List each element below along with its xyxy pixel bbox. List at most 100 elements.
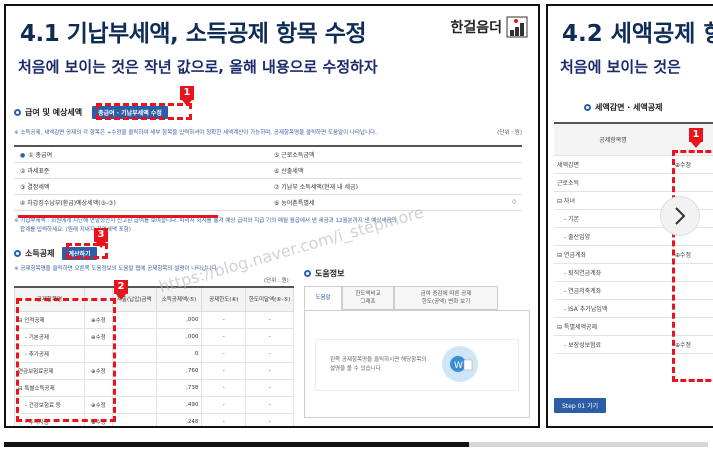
tab-help[interactable]: 도움말 bbox=[304, 286, 342, 310]
item-name[interactable]: - 연금저축계좌 bbox=[554, 281, 672, 300]
svg-text:W: W bbox=[454, 361, 463, 371]
item-name[interactable]: - 출산입양 bbox=[554, 227, 672, 246]
item-name[interactable]: ⊟ 특별세액공제 bbox=[554, 317, 672, 336]
deduct-cell: ,738 bbox=[155, 378, 203, 397]
limit-cell: - bbox=[201, 378, 247, 397]
deduct-cell: ,760 bbox=[155, 361, 203, 380]
bullet-icon bbox=[14, 250, 21, 257]
help-tabs: 도움말 한도액비교 그래프 금여 증감에 따른 공제 한도(공액) 변화 보기 bbox=[304, 286, 498, 310]
deduct-cell: ,000 bbox=[155, 327, 203, 346]
brand: 한걸음더 bbox=[450, 16, 528, 38]
badge-1: 1 bbox=[689, 128, 703, 142]
limit-cell: - bbox=[201, 327, 247, 346]
badge-1: 1 bbox=[180, 86, 194, 100]
help-title-row: 도움정보 bbox=[304, 268, 344, 279]
gap-cell: - bbox=[245, 344, 294, 363]
chevron-right-icon[interactable] bbox=[660, 196, 700, 236]
slide-subtitle: 처음에 보이는 것은 작년 값으로, 올해 내용으로 수정하자 bbox=[18, 58, 378, 76]
gap-cell: - bbox=[245, 327, 294, 346]
row-label: ⑤ 근로소득금액 bbox=[267, 146, 417, 163]
gap-cell: - bbox=[245, 361, 294, 380]
row-label: ⑧ 농어촌특별세 bbox=[267, 194, 417, 211]
help-panel: 도움정보 도움말 한도액비교 그래프 금여 증감에 따른 공제 한도(공액) 변… bbox=[304, 268, 530, 418]
underline-highlight bbox=[18, 215, 218, 218]
deduct-cell: ,000 bbox=[155, 310, 203, 329]
item-name[interactable]: 근로소득 bbox=[554, 173, 672, 192]
step-01-button[interactable]: Step 01 가기 bbox=[554, 398, 607, 413]
embedded-screenshot: 세액감면 · 세액공제 공제항목명 세액감면 ⊕수정 근로소득 ⊟ 자녀 - 기본… bbox=[554, 92, 713, 422]
deduction-unit: (단위 : 원) bbox=[264, 278, 289, 284]
limit-cell: - bbox=[201, 310, 247, 329]
brand-label: 한걸음더 bbox=[450, 20, 502, 36]
bullet-icon bbox=[304, 270, 311, 277]
gap-cell: - bbox=[245, 378, 294, 397]
salary-note: ※ 소득공제, 세액감면 공제의 각 항목은 +수정을 클릭하여 세부 항목을 … bbox=[14, 130, 377, 136]
table-row: ④ 차감징수납부(환급)예상세액(③-⑦) ⑧ 농어촌특별세 0 bbox=[14, 194, 522, 211]
amount-cell bbox=[111, 361, 157, 380]
gap-cell: - bbox=[245, 310, 294, 329]
row-label: ④ 차감징수납부(환급)예상세액(③-⑦) bbox=[14, 194, 163, 211]
deduct-cell: ,248 bbox=[155, 412, 203, 426]
slide-title: 4.1 기납부세액, 소득공제 항목 수정 bbox=[20, 21, 367, 47]
walking-person-icon bbox=[506, 16, 528, 38]
row-label: ⑥ 산출세액 bbox=[267, 162, 417, 179]
salary-table: ● ① 총급여 ⑤ 근로소득금액 ② 과세표준 ⑥ 산출세액 ③ 결정세액 ⑦ 기… bbox=[14, 145, 522, 211]
slide-progress-fill bbox=[4, 442, 469, 447]
section-deduction-title: 소득공제 bbox=[25, 249, 55, 258]
salary-unit: (단위 : 원) bbox=[497, 130, 522, 136]
tab-change[interactable]: 금여 증감에 따른 공제 한도(공액) 변화 보기 bbox=[394, 286, 498, 310]
item-name[interactable]: - 기본 bbox=[554, 209, 672, 228]
highlight-box-1 bbox=[672, 150, 713, 382]
row-value: 0 bbox=[416, 194, 522, 211]
help-text: 왼쪽 공제항목명을 클릭하시면 해당항목의 설명을 볼 수 있습니다. bbox=[330, 357, 427, 372]
row-label: ① 총급여 bbox=[28, 151, 53, 159]
table-row: ③ 결정세액 ⑦ 기납부 소득세액(현재 내 세금) bbox=[14, 178, 522, 195]
badge-2: 2 bbox=[114, 280, 128, 294]
section-title: 세액감면 · 세액공제 bbox=[595, 103, 663, 112]
badge-3: 3 bbox=[94, 228, 108, 242]
limit-cell: - bbox=[201, 361, 247, 380]
gap-cell: - bbox=[245, 412, 294, 426]
item-name[interactable]: ⊟ 자녀 bbox=[554, 191, 672, 210]
amount-cell bbox=[111, 395, 157, 414]
item-name[interactable]: 세액감면 bbox=[554, 155, 672, 174]
table-row: ● ① 총급여 ⑤ 근로소득금액 bbox=[14, 146, 522, 163]
highlight-box-2 bbox=[16, 298, 116, 422]
section-salary-title: 급여 및 예상세액 bbox=[25, 108, 83, 117]
item-name[interactable]: - 보장성보험료 bbox=[554, 335, 672, 354]
slide-progress-bar[interactable] bbox=[4, 442, 708, 447]
item-name[interactable]: - ISA 추가납입액 bbox=[554, 299, 672, 318]
header-cell: 한도미달액(⑥-⑤) bbox=[245, 286, 294, 312]
limit-cell: - bbox=[201, 344, 247, 363]
table-row: ② 과세표준 ⑥ 산출세액 bbox=[14, 162, 522, 179]
embedded-screenshot: 급여 및 예상세액 총급여 · 기납부세액 수정 1 ※ 소득공제, 세액감면 … bbox=[14, 86, 532, 426]
limit-cell: - bbox=[201, 395, 247, 414]
header-cell: 공제항목명 bbox=[554, 123, 672, 156]
deduct-cell: 0 bbox=[155, 344, 203, 363]
arrow-down-icon bbox=[691, 142, 701, 148]
tab-graph[interactable]: 한도액비교 그래프 bbox=[342, 286, 394, 310]
highlight-box-1 bbox=[96, 103, 192, 120]
item-name[interactable]: ⊟ 연금계좌 bbox=[554, 245, 672, 264]
help-content: 왼쪽 공제항목명을 클릭하시면 해당항목의 설명을 볼 수 있습니다. W bbox=[304, 310, 530, 418]
section-tax-credit: 세액감면 · 세액공제 bbox=[584, 102, 663, 113]
limit-cell: - bbox=[201, 412, 247, 426]
required-dot-icon: ● bbox=[20, 151, 26, 159]
slide-title: 4.2 세액공제 항 bbox=[562, 21, 713, 47]
amount-cell bbox=[111, 327, 157, 346]
amount-cell bbox=[111, 344, 157, 363]
row-label: ② 과세표준 bbox=[14, 162, 163, 179]
gap-cell: - bbox=[245, 395, 294, 414]
slide-1: 4.1 기납부세액, 소득공제 항목 수정 한걸음더 처음에 보이는 것은 작년… bbox=[4, 4, 540, 428]
help-message-box: 왼쪽 공제항목명을 클릭하시면 해당항목의 설명을 볼 수 있습니다. W bbox=[315, 339, 519, 391]
row-label: ③ 결정세액 bbox=[14, 178, 163, 195]
bullet-icon bbox=[14, 109, 21, 116]
header-cell: 공제한도(⑥) bbox=[201, 286, 247, 312]
footnote-2: 합계를 입력하세요. (원래 지내지 끝연세액 포함) bbox=[20, 227, 131, 233]
row-label: ⑦ 기납부 소득세액(현재 내 세금) bbox=[267, 178, 417, 195]
help-title: 도움정보 bbox=[315, 269, 345, 278]
amount-cell bbox=[111, 378, 157, 397]
item-name[interactable]: - 퇴직연금계좌 bbox=[554, 263, 672, 282]
arrow-down-icon bbox=[116, 294, 126, 300]
arrow-down-icon bbox=[182, 100, 192, 106]
